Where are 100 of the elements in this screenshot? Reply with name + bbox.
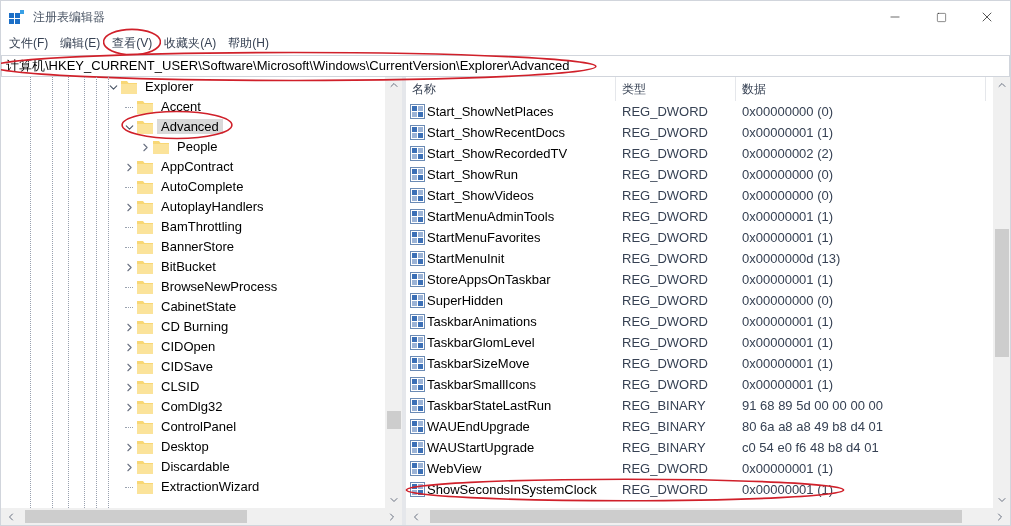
menu-item[interactable]: 帮助(H): [224, 36, 273, 51]
tree-item[interactable]: AutoplayHandlers: [157, 199, 268, 215]
binary-value-icon: [410, 125, 425, 140]
value-type: REG_DWORD: [621, 312, 709, 331]
binary-value-icon: [410, 419, 425, 434]
value-data: 0x00000001 (1): [741, 312, 835, 331]
folder-icon: [137, 120, 153, 134]
value-name[interactable]: ShowSecondsInSystemClock: [427, 479, 597, 500]
registry-app-icon: [9, 9, 25, 25]
value-name[interactable]: Start_ShowRecordedTV: [427, 143, 568, 164]
value-name[interactable]: WAUStartUpgrade: [427, 437, 535, 458]
value-data: 0x00000001 (1): [741, 123, 835, 142]
value-data: 0x00000001 (1): [741, 354, 835, 373]
vertical-scrollbar[interactable]: [993, 77, 1010, 508]
menu-item[interactable]: 文件(F): [5, 36, 53, 51]
binary-value-icon: [410, 251, 425, 266]
tree-item[interactable]: ExtractionWizard: [157, 479, 264, 495]
value-type: REG_DWORD: [621, 291, 709, 310]
value-name[interactable]: WebView: [427, 458, 482, 479]
tree-item[interactable]: CIDOpen: [157, 339, 220, 355]
column-header[interactable]: 类型: [616, 77, 736, 101]
tree-item[interactable]: Explorer: [141, 79, 198, 95]
tree-item[interactable]: CabinetState: [157, 299, 241, 315]
tree-item[interactable]: BamThrottling: [157, 219, 246, 235]
value-type: REG_DWORD: [621, 102, 709, 121]
value-data: 0x00000001 (1): [741, 270, 835, 289]
value-name[interactable]: Start_ShowNetPlaces: [427, 101, 554, 122]
tree-item[interactable]: ComDlg32: [157, 399, 227, 415]
value-type: REG_DWORD: [621, 333, 709, 352]
binary-value-icon: [410, 167, 425, 182]
value-name[interactable]: WAUEndUpgrade: [427, 416, 530, 437]
tree-item[interactable]: CLSID: [157, 379, 204, 395]
binary-value-icon: [410, 314, 425, 329]
tree-item[interactable]: BitBucket: [157, 259, 220, 275]
tree-item[interactable]: AppContract: [157, 159, 238, 175]
folder-icon: [153, 140, 169, 154]
tree-item[interactable]: BannerStore: [157, 239, 238, 255]
value-type: REG_DWORD: [621, 354, 709, 373]
maximize-icon: [935, 11, 947, 23]
menu-item[interactable]: 编辑(E): [56, 36, 105, 51]
horizontal-scrollbar[interactable]: [406, 508, 1010, 525]
value-data: 0x00000001 (1): [741, 459, 835, 478]
folder-icon: [137, 180, 153, 194]
scroll-thumb[interactable]: [430, 510, 962, 523]
folder-icon: [137, 300, 153, 314]
value-name[interactable]: Start_ShowRecentDocs: [427, 122, 565, 143]
folder-icon: [137, 360, 153, 374]
binary-value-icon: [410, 209, 425, 224]
value-data: 0x00000001 (1): [741, 375, 835, 394]
value-data: 0x00000001 (1): [741, 228, 835, 247]
binary-value-icon: [410, 293, 425, 308]
tree-item[interactable]: Desktop: [157, 439, 213, 455]
scroll-thumb[interactable]: [994, 228, 1009, 357]
tree-item[interactable]: Accent: [157, 99, 205, 115]
folder-icon: [137, 240, 153, 254]
scroll-thumb[interactable]: [386, 411, 401, 429]
binary-value-icon: [410, 398, 425, 413]
value-name[interactable]: StartMenuAdminTools: [427, 206, 555, 227]
folder-icon: [137, 260, 153, 274]
value-name[interactable]: TaskbarGlomLevel: [427, 332, 535, 353]
value-name[interactable]: StartMenuFavorites: [427, 227, 541, 248]
value-name[interactable]: TaskbarStateLastRun: [427, 395, 552, 416]
value-name[interactable]: StartMenuInit: [427, 248, 505, 269]
value-type: REG_BINARY: [621, 438, 707, 457]
binary-value-icon: [410, 377, 425, 392]
binary-value-icon: [410, 356, 425, 371]
value-type: REG_BINARY: [621, 417, 707, 436]
tree-item[interactable]: CD Burning: [157, 319, 233, 335]
value-name[interactable]: TaskbarSizeMove: [427, 353, 530, 374]
scroll-thumb[interactable]: [25, 510, 247, 523]
folder-icon: [137, 160, 153, 174]
value-name[interactable]: TaskbarSmallIcons: [427, 374, 537, 395]
value-type: REG_DWORD: [621, 165, 709, 184]
menu-item[interactable]: 收藏夹(A): [160, 36, 221, 51]
binary-value-icon: [410, 440, 425, 455]
tree-item[interactable]: ControlPanel: [157, 419, 241, 435]
folder-icon: [137, 400, 153, 414]
value-data: 80 6a a8 a8 49 b8 d4 01: [741, 417, 884, 436]
horizontal-scrollbar[interactable]: [1, 508, 402, 525]
value-name[interactable]: Start_ShowRun: [427, 164, 519, 185]
column-header[interactable]: 名称: [406, 77, 616, 101]
tree-item[interactable]: BrowseNewProcess: [157, 279, 282, 295]
value-name[interactable]: StoreAppsOnTaskbar: [427, 269, 551, 290]
value-data: 0x00000001 (1): [741, 207, 835, 226]
column-header[interactable]: 数据: [736, 77, 986, 101]
value-data: 0x00000000 (0): [741, 165, 835, 184]
tree-item[interactable]: Discardable: [157, 459, 234, 475]
value-name[interactable]: Start_ShowVideos: [427, 185, 534, 206]
value-name[interactable]: SuperHidden: [427, 290, 503, 311]
value-data: 0x00000000 (0): [741, 291, 835, 310]
vertical-scrollbar[interactable]: [385, 77, 402, 508]
tree-item[interactable]: People: [173, 139, 222, 155]
value-name[interactable]: TaskbarAnimations: [427, 311, 537, 332]
tree-item[interactable]: CIDSave: [157, 359, 218, 375]
tree-item[interactable]: AutoComplete: [157, 179, 248, 195]
value-type: REG_DWORD: [621, 207, 709, 226]
tree-item[interactable]: Advanced: [157, 119, 223, 135]
value-data: 91 68 89 5d 00 00 00 00: [741, 396, 884, 415]
value-data: 0x0000000d (13): [741, 249, 842, 268]
folder-icon: [137, 480, 153, 494]
